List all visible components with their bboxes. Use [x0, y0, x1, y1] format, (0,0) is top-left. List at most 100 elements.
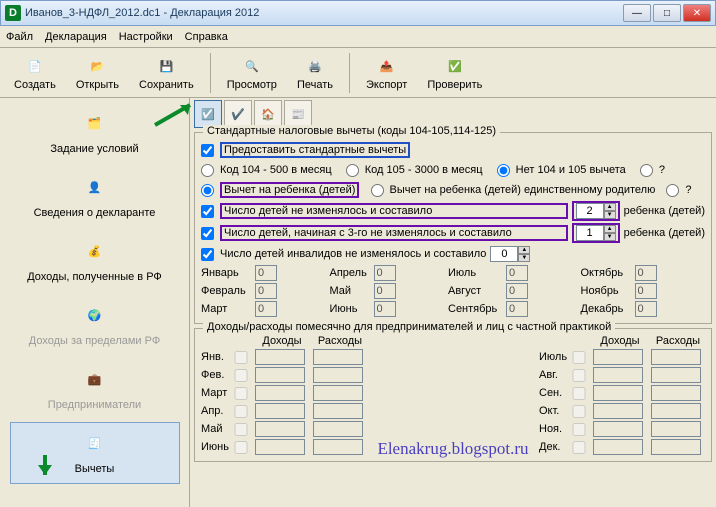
mar-input[interactable]	[255, 301, 277, 317]
jul-exp[interactable]	[651, 349, 701, 365]
cb-sep[interactable]	[571, 387, 587, 400]
cb-apr[interactable]	[233, 405, 249, 418]
invalid-count-input[interactable]	[490, 246, 518, 262]
toolbar-export[interactable]: 📤Экспорт	[358, 53, 415, 93]
cb-jul[interactable]	[571, 351, 587, 364]
cb-dec[interactable]	[571, 441, 587, 454]
feb-inc[interactable]	[255, 367, 305, 383]
spin-down[interactable]: ▼	[518, 254, 530, 262]
cb-jan[interactable]	[233, 351, 249, 364]
tab-standard[interactable]: ☑️	[194, 100, 222, 128]
toolbar-open[interactable]: 📂Открыть	[68, 53, 127, 93]
toolbar-print[interactable]: 🖨️Печать	[289, 53, 341, 93]
spin-up[interactable]: ▲	[604, 225, 616, 233]
cb-children3-label: Число детей, начиная с 3-го не изменялос…	[220, 225, 568, 241]
sidebar-item-deductions[interactable]: 🧾Вычеты	[10, 422, 180, 484]
cb-aug[interactable]	[571, 369, 587, 382]
spinner-invalid[interactable]: ▲▼	[490, 246, 530, 262]
dec-input[interactable]	[635, 301, 657, 317]
cb-provide-standard[interactable]	[201, 144, 214, 157]
nov-input[interactable]	[635, 283, 657, 299]
cb-children-constant[interactable]	[201, 205, 214, 218]
sidebar-item-income-rf[interactable]: 💰Доходы, полученные в РФ	[10, 230, 180, 292]
radio-code-none[interactable]	[497, 164, 510, 177]
radio-child-single[interactable]	[371, 184, 384, 197]
sep-exp[interactable]	[651, 385, 701, 401]
aug-exp[interactable]	[651, 367, 701, 383]
radio-code-104[interactable]	[201, 164, 214, 177]
sidebar-item-income-abroad[interactable]: 🌍Доходы за пределами РФ	[10, 294, 180, 356]
jan-inc[interactable]	[255, 349, 305, 365]
jun-exp[interactable]	[313, 439, 363, 455]
cb-may[interactable]	[233, 423, 249, 436]
spinner-children3[interactable]: ▲▼	[572, 223, 620, 243]
feb-exp[interactable]	[313, 367, 363, 383]
apr-input[interactable]	[374, 265, 396, 281]
spin-up[interactable]: ▲	[604, 203, 616, 211]
jan-input[interactable]	[255, 265, 277, 281]
toolbar-create[interactable]: 📄Создать	[6, 53, 64, 93]
menu-settings[interactable]: Настройки	[119, 31, 173, 43]
cb-jun[interactable]	[233, 441, 249, 454]
spin-up[interactable]: ▲	[518, 246, 530, 254]
radio-code-105[interactable]	[346, 164, 359, 177]
may-input[interactable]	[374, 283, 396, 299]
jul-inc[interactable]	[593, 349, 643, 365]
apr-exp[interactable]	[313, 403, 363, 419]
apr-inc[interactable]	[255, 403, 305, 419]
sidebar-label: Предприниматели	[48, 399, 141, 411]
oct-input[interactable]	[635, 265, 657, 281]
radio-child-label: Вычет на ребенка (детей)	[220, 182, 359, 198]
jan-exp[interactable]	[313, 349, 363, 365]
sep-inc[interactable]	[593, 385, 643, 401]
close-button[interactable]: ✕	[683, 4, 711, 22]
minimize-button[interactable]: —	[623, 4, 651, 22]
spin-down[interactable]: ▼	[604, 233, 616, 241]
cb-children3-constant[interactable]	[201, 227, 214, 240]
cb-feb[interactable]	[233, 369, 249, 382]
sidebar-item-conditions[interactable]: 🗂️Задание условий	[10, 102, 180, 164]
feb-input[interactable]	[255, 283, 277, 299]
spinner-children[interactable]: ▲▼	[572, 201, 620, 221]
oct-exp[interactable]	[651, 403, 701, 419]
spin-down[interactable]: ▼	[604, 211, 616, 219]
toolbar-save[interactable]: 💾Сохранить	[131, 53, 202, 93]
maximize-button[interactable]: □	[653, 4, 681, 22]
aug-input[interactable]	[506, 283, 528, 299]
nov-exp[interactable]	[651, 421, 701, 437]
may-exp[interactable]	[313, 421, 363, 437]
radio-child[interactable]	[201, 184, 214, 197]
cb-mar[interactable]	[233, 387, 249, 400]
sep-input[interactable]	[506, 301, 528, 317]
radio-child-q[interactable]	[666, 184, 679, 197]
nov-inc[interactable]	[593, 421, 643, 437]
tab-property[interactable]: 🏠	[254, 100, 282, 128]
toolbar-view[interactable]: 🔍Просмотр	[219, 53, 285, 93]
tab-social[interactable]: ✔️	[224, 100, 252, 128]
cb-invalid-constant[interactable]	[201, 248, 214, 261]
sidebar-item-entrepreneurs[interactable]: 💼Предприниматели	[10, 358, 180, 420]
dec-inc[interactable]	[593, 439, 643, 455]
menu-declaration[interactable]: Декларация	[45, 31, 107, 43]
children-count-input[interactable]	[576, 203, 604, 219]
jul-input[interactable]	[506, 265, 528, 281]
radio-code-q[interactable]	[640, 164, 653, 177]
children3-count-input[interactable]	[576, 225, 604, 241]
month-apr: Апрель	[330, 267, 370, 279]
aug-inc[interactable]	[593, 367, 643, 383]
oct-inc[interactable]	[593, 403, 643, 419]
jun-input[interactable]	[374, 301, 396, 317]
mar-exp[interactable]	[313, 385, 363, 401]
menu-file[interactable]: Файл	[6, 31, 33, 43]
jun-inc[interactable]	[255, 439, 305, 455]
mar-inc[interactable]	[255, 385, 305, 401]
may-inc[interactable]	[255, 421, 305, 437]
tab-securities[interactable]: 📰	[284, 100, 312, 128]
toolbar-check[interactable]: ✅Проверить	[419, 53, 490, 93]
sidebar-item-declarant[interactable]: 👤Сведения о декларанте	[10, 166, 180, 228]
menu-help[interactable]: Справка	[185, 31, 228, 43]
dec-exp[interactable]	[651, 439, 701, 455]
cb-nov[interactable]	[571, 423, 587, 436]
cb-oct[interactable]	[571, 405, 587, 418]
group-title: Стандартные налоговые вычеты (коды 104-1…	[203, 125, 500, 137]
